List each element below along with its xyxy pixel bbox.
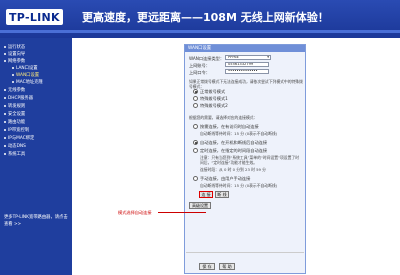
dial-mode-special2-radio[interactable] xyxy=(193,103,198,108)
password-label: 上网口令： xyxy=(189,70,210,75)
special-dial-label: 如果正常拨号模式下无法连接成功，请依次尝试下列模式中的特殊拨号模式： xyxy=(189,79,303,89)
sidebar-item-mac-clone[interactable]: MAC地址克隆 xyxy=(12,79,43,85)
timed-connect-radio[interactable] xyxy=(193,148,198,153)
page-header: TP-LINK 更高速度，更远距离——108M 无线上网新体验！ xyxy=(0,0,400,38)
conn-type-label: WAN口连接类型： xyxy=(189,56,225,61)
brand-logo: TP-LINK xyxy=(6,9,63,25)
manual-connect-label: 手动连接，由用户手动连接 xyxy=(200,176,251,181)
annotation-callout: 模式选择自动连接 xyxy=(118,210,152,215)
manual-connect-radio[interactable] xyxy=(193,176,198,181)
sidebar-item-status[interactable]: 运行状态 xyxy=(4,44,25,50)
username-input[interactable]: 05561332799 xyxy=(225,62,269,67)
dial-mode-special2-label: 特殊拨号模式2 xyxy=(200,103,228,108)
auto-connect-label: 自动连接，在开机和断线后自动连接 xyxy=(200,140,268,145)
sidebar-item-wizard[interactable]: 设置向导 xyxy=(4,51,25,57)
sidebar-help-link[interactable]: 更多TP-LINK宽带路由器，请点击查看 >> xyxy=(4,214,70,228)
sidebar-item-lan[interactable]: LAN口设置 xyxy=(12,65,38,71)
on-demand-radio[interactable] xyxy=(193,124,198,129)
wan-settings-panel: WAN口设置 WAN口连接类型： PPPoE ▾ 上网账号： 0556133279… xyxy=(184,44,306,274)
sidebar-item-ddns[interactable]: 动态DNS xyxy=(4,143,26,149)
timed-connect-note: 注意：只有当您到“系统工具”菜单的“时间设置”项设置了时间后，“定时连接”功能才… xyxy=(200,155,299,165)
chevron-down-icon: ▾ xyxy=(267,55,269,59)
advanced-settings-button[interactable]: 高级设置 xyxy=(189,202,211,209)
panel-divider xyxy=(186,252,304,253)
sidebar-item-ip-mac[interactable]: IP与MAC绑定 xyxy=(4,135,34,141)
timed-connect-label: 定时连接，在指定的时间段自动连接 xyxy=(200,148,268,153)
auto-connect-radio[interactable] xyxy=(193,140,198,145)
sidebar-item-routing[interactable]: 路由功能 xyxy=(4,119,25,125)
sidebar-item-bandwidth[interactable]: IP带宽控制 xyxy=(4,127,29,133)
sidebar-item-system-tools[interactable]: 系统工具 xyxy=(4,151,25,157)
header-slogan: 更高速度，更远距离——108M 无线上网新体验！ xyxy=(82,11,329,24)
mode-section-label: 根据您的需要，请选择对应的连接模式： xyxy=(189,115,258,120)
dial-mode-special1-label: 特殊拨号模式1 xyxy=(200,96,228,101)
password-input[interactable]: •••••••••••••• xyxy=(225,69,269,74)
sidebar-item-network[interactable]: 网络参数 xyxy=(4,58,25,64)
panel-title: WAN口设置 xyxy=(185,45,305,52)
manual-idle-text: 自动断线等待时间：15 分 (0表示不自动断线) xyxy=(200,183,278,188)
sidebar-item-forwarding[interactable]: 转发规则 xyxy=(4,103,25,109)
timed-connect-range: 连接时段：从 0 时 0 分到 23 时 59 分 xyxy=(200,167,266,172)
on-demand-idle-text: 自动断线等待时间：15 分 (0表示不自动断线) xyxy=(200,131,278,136)
sidebar-item-wireless[interactable]: 无线参数 xyxy=(4,87,25,93)
dial-mode-normal-radio[interactable] xyxy=(193,89,198,94)
save-button[interactable]: 保 存 xyxy=(199,263,215,270)
sidebar-item-wan[interactable]: WAN口设置 xyxy=(12,72,39,78)
header-band xyxy=(0,30,400,33)
dial-mode-special1-radio[interactable] xyxy=(193,96,198,101)
connect-button[interactable]: 连 接 xyxy=(199,191,213,198)
help-button[interactable]: 帮 助 xyxy=(219,263,235,270)
username-label: 上网账号： xyxy=(189,63,210,68)
sidebar-item-dhcp[interactable]: DHCP服务器 xyxy=(4,95,33,101)
sidebar-item-security[interactable]: 安全设置 xyxy=(4,111,25,117)
annotation-line xyxy=(158,212,206,213)
on-demand-label: 按需连接，在有访问时自动连接 xyxy=(200,124,259,129)
conn-type-select[interactable]: PPPoE ▾ xyxy=(225,55,271,60)
disconnect-button[interactable]: 断 线 xyxy=(215,191,229,198)
dial-mode-normal-label: 正常拨号模式 xyxy=(200,89,226,94)
sidebar: 运行状态 设置向导 网络参数 LAN口设置 WAN口设置 MAC地址克隆 无线参… xyxy=(0,38,72,275)
